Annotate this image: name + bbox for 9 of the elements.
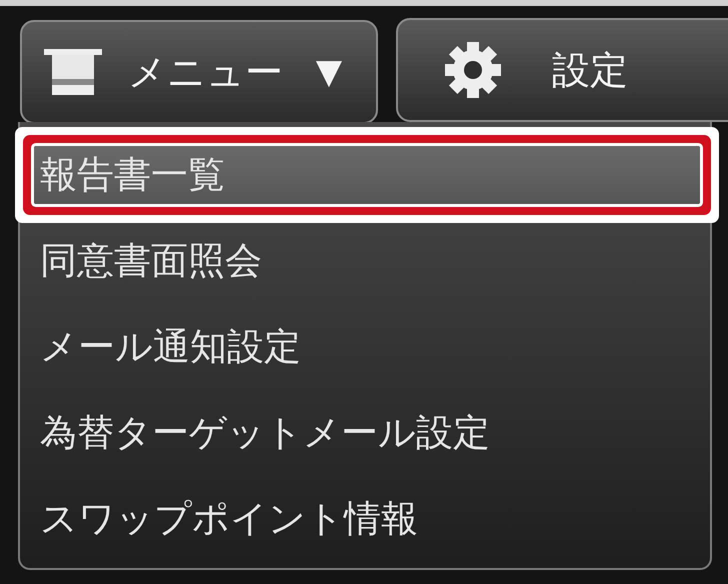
menu-item[interactable]: スワップポイント情報 [34,490,700,548]
menu-item[interactable]: 為替ターゲットメール設定 [34,404,700,462]
menu-item[interactable]: メール通知設定 [34,318,700,376]
tray-icon [44,49,102,95]
menu-item[interactable]: 同意書面照会 [34,232,700,290]
settings-button[interactable]: 設定 [396,18,728,122]
menu-button[interactable]: メニュー ▼ [20,20,378,124]
settings-icon [444,41,502,99]
menu-item[interactable]: 報告書一覧 [34,146,700,204]
